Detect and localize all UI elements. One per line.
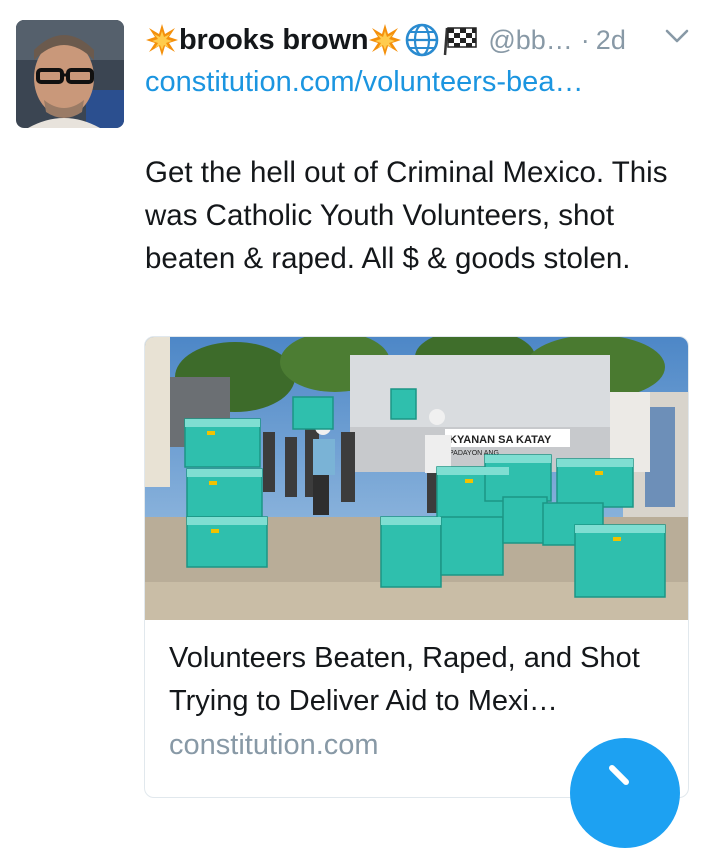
compose-fab[interactable] (570, 738, 680, 848)
separator-dot: · (580, 24, 590, 55)
truck-sign-text: KYANAN SA KATAY (449, 434, 552, 446)
display-name[interactable]: brooks brown (179, 24, 369, 57)
timestamp[interactable]: 2d (596, 25, 626, 56)
tweet-header: brooks brown @bb… · 2d (145, 18, 690, 62)
avatar[interactable] (16, 20, 124, 128)
card-image[interactable]: KYANAN SA KATAY PADAYON ANG (145, 337, 688, 620)
collision-emoji-icon (369, 24, 402, 56)
user-handle[interactable]: @bb… (488, 25, 572, 56)
link-card[interactable]: KYANAN SA KATAY PADAYON ANG Volunteers B… (144, 336, 689, 798)
compose-icon (609, 765, 629, 785)
globe-emoji-icon (406, 23, 439, 57)
tweet-link[interactable]: constitution.com/volunteers-bea… (145, 66, 583, 99)
chevron-down-icon[interactable] (664, 26, 690, 46)
card-domain: constitution.com (169, 729, 379, 761)
collision-emoji-icon (146, 24, 178, 56)
card-title[interactable]: Volunteers Beaten, Raped, and Shot Tryin… (169, 637, 674, 723)
avatar-photo (16, 20, 124, 128)
checkered-flag-emoji-icon (444, 27, 478, 56)
tweet-text: Get the hell out of Criminal Mexico. Thi… (145, 156, 668, 275)
